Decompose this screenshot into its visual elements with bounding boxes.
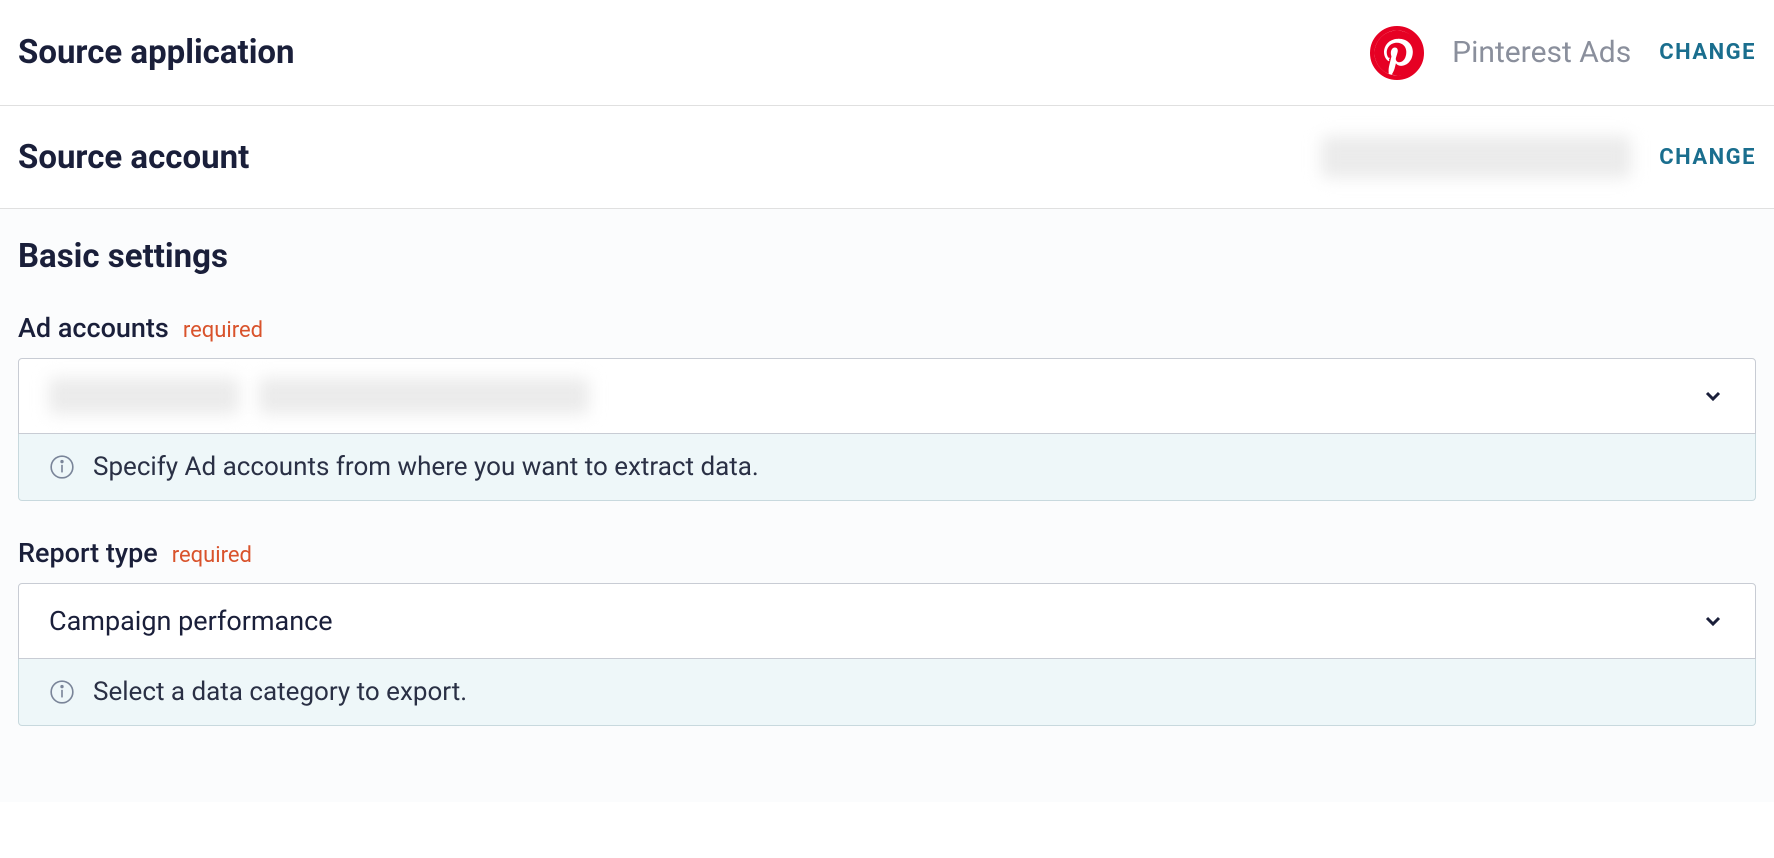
app-name-label: Pinterest Ads xyxy=(1452,35,1631,70)
report-type-helper: Select a data category to export. xyxy=(18,659,1756,726)
report-type-label: Report type xyxy=(18,537,158,569)
redacted-chip xyxy=(259,378,589,414)
ad-accounts-helper: Specify Ad accounts from where you want … xyxy=(18,434,1756,501)
chevron-down-icon xyxy=(1701,384,1725,408)
report-type-field: Report type required Campaign performanc… xyxy=(18,537,1756,726)
ad-accounts-selected-redacted xyxy=(49,378,589,414)
source-application-title: Source application xyxy=(18,33,295,72)
source-application-row: Source application Pinterest Ads CHANGE xyxy=(0,0,1774,106)
basic-settings-section: Basic settings Ad accounts required xyxy=(0,208,1774,802)
report-type-helper-text: Select a data category to export. xyxy=(93,677,467,707)
source-account-title: Source account xyxy=(18,138,249,177)
report-type-label-row: Report type required xyxy=(18,537,1756,569)
account-name-redacted xyxy=(1321,136,1631,178)
ad-accounts-select[interactable] xyxy=(18,358,1756,434)
change-application-button[interactable]: CHANGE xyxy=(1659,40,1756,65)
info-icon xyxy=(49,679,75,705)
ad-accounts-label: Ad accounts xyxy=(18,312,169,344)
ad-accounts-field: Ad accounts required Specify xyxy=(18,312,1756,501)
change-account-button[interactable]: CHANGE xyxy=(1659,145,1756,170)
report-type-required: required xyxy=(172,543,252,568)
info-icon xyxy=(49,454,75,480)
source-application-right: Pinterest Ads CHANGE xyxy=(1370,26,1756,80)
ad-accounts-required: required xyxy=(183,318,263,343)
report-type-value: Campaign performance xyxy=(49,605,333,637)
ad-accounts-helper-text: Specify Ad accounts from where you want … xyxy=(93,452,759,482)
basic-settings-title: Basic settings xyxy=(18,237,1756,276)
source-account-right: CHANGE xyxy=(1321,136,1756,178)
report-type-select[interactable]: Campaign performance xyxy=(18,583,1756,659)
source-account-row: Source account CHANGE xyxy=(0,106,1774,208)
ad-accounts-label-row: Ad accounts required xyxy=(18,312,1756,344)
pinterest-icon xyxy=(1370,26,1424,80)
redacted-chip xyxy=(49,378,239,414)
chevron-down-icon xyxy=(1701,609,1725,633)
